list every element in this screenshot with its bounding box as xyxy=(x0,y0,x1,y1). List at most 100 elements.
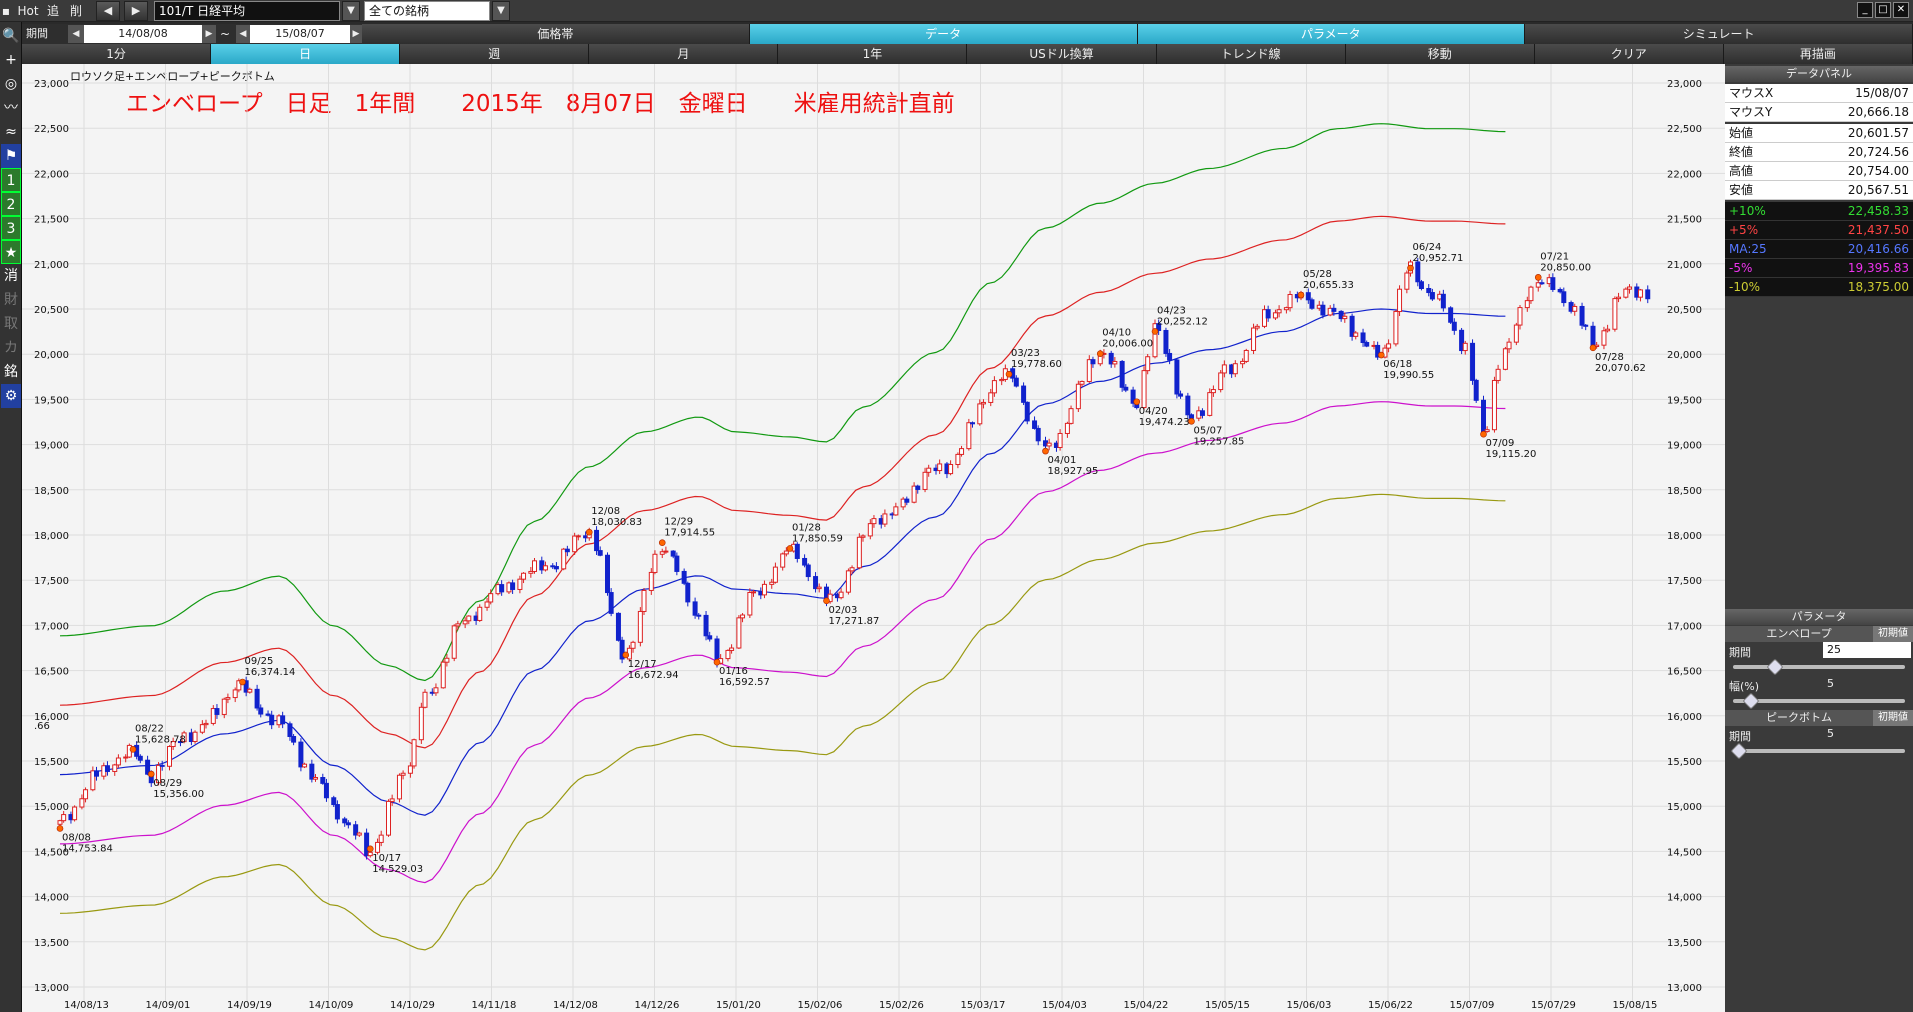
param-panel-header: パラメータ xyxy=(1725,609,1913,625)
candle-body xyxy=(320,777,326,784)
menu2-item-0[interactable]: 1分 xyxy=(22,44,212,64)
candle-body xyxy=(641,589,647,612)
line-chart-icon[interactable]: 〰 xyxy=(1,96,21,120)
candle-body xyxy=(1046,442,1052,447)
envelope-reset-button[interactable]: 初期値 xyxy=(1873,626,1913,642)
date-from-next-icon[interactable]: ▶ xyxy=(202,25,216,43)
menu2-item-6[interactable]: トレンド線 xyxy=(1156,44,1346,64)
candle-body xyxy=(1623,288,1629,298)
date-to-prev-icon[interactable]: ◀ xyxy=(236,25,250,43)
menu2-item-4[interactable]: 1年 xyxy=(778,44,968,64)
delete-button[interactable]: 削 xyxy=(64,1,88,21)
app-icon: ▪ xyxy=(1,4,11,18)
next-symbol-icon[interactable]: ▶ xyxy=(124,1,148,21)
env-row-1-value: 21,437.50 xyxy=(1847,223,1909,237)
fundamental-icon[interactable]: 財 xyxy=(1,288,21,312)
menu2-item-2[interactable]: 週 xyxy=(400,44,590,64)
candle-body xyxy=(342,818,348,824)
menu2-item-1[interactable]: 日 xyxy=(211,44,401,64)
menu2-item-8[interactable]: クリア xyxy=(1534,44,1724,64)
width-slider-knob[interactable] xyxy=(1742,692,1760,710)
camera-icon[interactable]: ◎ xyxy=(1,72,21,96)
price-chart[interactable]: 13,000 13,000 13,500 13,500 14,000 14,000 14,5… xyxy=(22,64,1725,1012)
power-icon[interactable]: カ xyxy=(1,336,21,360)
date-to-next-icon[interactable]: ▶ xyxy=(350,25,362,43)
preset-2-icon[interactable]: 2 xyxy=(1,192,21,216)
hot-button[interactable]: Hot xyxy=(14,1,42,21)
peak-reset-button[interactable]: 初期値 xyxy=(1873,710,1913,726)
candle-body xyxy=(849,567,855,572)
maximize-icon[interactable]: □ xyxy=(1875,2,1891,18)
candle-body xyxy=(1415,261,1421,283)
plus-icon[interactable]: + xyxy=(1,48,21,72)
universe-select[interactable]: 全ての銘柄 xyxy=(364,1,490,21)
peak-label-date: 04/20 xyxy=(1139,406,1168,417)
trade-icon[interactable]: 取 xyxy=(1,312,21,336)
candle-body xyxy=(1243,349,1249,362)
width-param-input[interactable]: 5 xyxy=(1823,676,1911,692)
candle-body xyxy=(61,814,67,822)
peak-period-slider-knob[interactable] xyxy=(1730,742,1748,760)
peak-period-input[interactable]: 5 xyxy=(1823,726,1911,742)
menu2-item-5[interactable]: USドル換算 xyxy=(967,44,1157,64)
close-icon[interactable]: ✕ xyxy=(1893,2,1909,18)
width-slider[interactable] xyxy=(1733,692,1905,710)
period-param-input[interactable]: 25 xyxy=(1823,642,1911,658)
period-slider-knob[interactable] xyxy=(1766,658,1784,676)
peak-marker xyxy=(1297,291,1305,299)
y-tick-label-right: 22,000 xyxy=(1667,169,1702,180)
ohlc-row-2-label: 高値 xyxy=(1729,164,1754,178)
preset-3-icon[interactable]: 3 xyxy=(1,216,21,240)
candle-body xyxy=(1397,288,1403,313)
chart-area[interactable]: ロウソク足+エンベロープ+ピークボトム エンベロープ 日足 1年間 2015年 … xyxy=(22,64,1725,1012)
peak-label-date: 04/10 xyxy=(1102,328,1131,339)
candle-body xyxy=(72,806,78,821)
candle-body xyxy=(1491,379,1497,431)
peak-period-slider[interactable] xyxy=(1730,742,1905,760)
candle-body xyxy=(269,714,275,726)
prev-symbol-icon[interactable]: ◀ xyxy=(96,1,120,21)
menu2-item-3[interactable]: 月 xyxy=(589,44,779,64)
candle-body xyxy=(670,550,676,557)
peak-label-value: 19,115.20 xyxy=(1486,449,1537,460)
candle-body xyxy=(298,741,304,768)
candle-body xyxy=(1320,304,1326,316)
candle-body xyxy=(345,822,351,826)
candle-body xyxy=(517,578,523,590)
symbol-dropdown-icon[interactable]: ▼ xyxy=(342,1,360,21)
peak-label-value: 20,655.33 xyxy=(1303,280,1354,291)
peak-label-value: 19,990.55 xyxy=(1383,370,1434,381)
candle-body xyxy=(725,649,731,660)
x-tick-label: 14/10/09 xyxy=(309,1000,354,1011)
indicator-icon[interactable]: ≈ xyxy=(1,120,21,144)
period-slider[interactable] xyxy=(1733,658,1905,676)
flag-icon[interactable]: ⚑ xyxy=(1,144,21,168)
stock-icon[interactable]: 銘 xyxy=(1,360,21,384)
date-from-prev-icon[interactable]: ◀ xyxy=(68,25,84,43)
menu1-item-0[interactable]: 価格帯 xyxy=(362,24,750,44)
menu1-item-2[interactable]: パラメータ xyxy=(1137,24,1526,44)
menu2-item-9[interactable]: 再描画 xyxy=(1723,44,1913,64)
y-tick-label-left: 21,500 xyxy=(34,215,69,226)
x-tick-label: 15/07/09 xyxy=(1450,1000,1495,1011)
symbol-field[interactable]: 101/T 日経平均 xyxy=(154,1,340,21)
menu1-item-1[interactable]: データ xyxy=(749,24,1138,44)
candle-body xyxy=(955,453,961,466)
candle-body xyxy=(736,617,742,649)
minimize-icon[interactable]: _ xyxy=(1857,2,1873,18)
candle-body xyxy=(57,820,63,825)
preset-1-icon[interactable]: 1 xyxy=(1,168,21,192)
search-icon[interactable]: 🔍 xyxy=(1,24,21,48)
menu2-item-7[interactable]: 移動 xyxy=(1345,44,1535,64)
menu1-item-3[interactable]: シミュレート xyxy=(1525,24,1913,44)
gear-icon[interactable]: ⚙ xyxy=(1,384,21,408)
erase-icon[interactable]: 消 xyxy=(1,264,21,288)
star-icon[interactable]: ★ xyxy=(1,240,21,264)
candle-body xyxy=(802,557,808,566)
y-tick-label-left: 22,500 xyxy=(34,124,69,135)
candle-body xyxy=(637,610,643,643)
date-to-input[interactable]: 15/08/07 xyxy=(250,25,350,43)
add-button[interactable]: 追 xyxy=(44,1,62,21)
universe-dropdown-icon[interactable]: ▼ xyxy=(492,1,510,21)
date-from-input[interactable]: 14/08/08 xyxy=(84,25,202,43)
